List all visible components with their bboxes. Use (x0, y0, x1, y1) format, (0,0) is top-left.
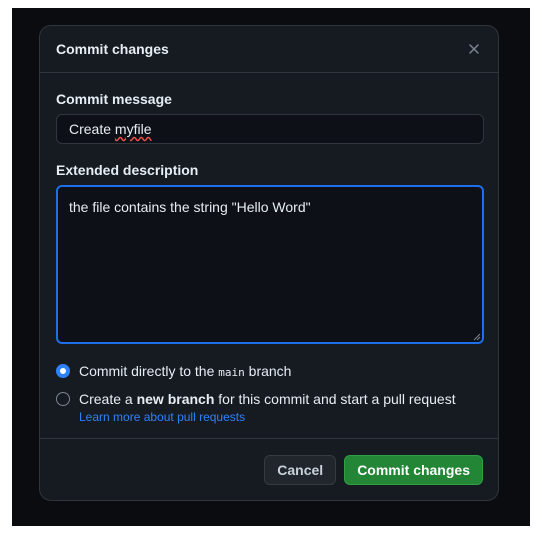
close-icon[interactable] (462, 37, 486, 61)
option-new-branch-suffix: for this commit and start a pull request (214, 391, 456, 407)
option-new-branch-bold: new branch (136, 391, 215, 407)
radio-commit-direct[interactable] (56, 364, 70, 378)
resize-grip-icon[interactable] (473, 333, 481, 341)
dialog-title: Commit changes (56, 41, 169, 57)
commit-message-input-wrap: Create myfile (56, 114, 484, 144)
learn-more-link[interactable]: Learn more about pull requests (79, 410, 482, 424)
option-commit-direct-prefix: Commit directly to the (79, 363, 219, 379)
dialog-header: Commit changes (40, 26, 498, 73)
commit-changes-button[interactable]: Commit changes (344, 454, 483, 485)
commit-message-input[interactable] (56, 114, 484, 144)
dialog-footer: Cancel Commit changes (40, 438, 498, 500)
option-commit-direct-label: Commit directly to the main branch (79, 363, 291, 379)
option-new-branch[interactable]: Create a new branch for this commit and … (56, 388, 482, 410)
commit-target-options: Commit directly to the main branch Creat… (56, 360, 482, 424)
radio-new-branch[interactable] (56, 392, 70, 406)
commit-dialog: Commit changes Commit message Create myf… (39, 25, 499, 501)
extended-description-wrap: the file contains the string "Hello Word… (56, 185, 484, 344)
option-commit-direct[interactable]: Commit directly to the main branch (56, 360, 482, 382)
option-new-branch-label: Create a new branch for this commit and … (79, 391, 456, 407)
extended-description-textarea[interactable]: the file contains the string "Hello Word… (56, 185, 484, 344)
option-commit-direct-suffix: branch (244, 363, 292, 379)
dialog-body: Commit message Create myfile Extended de… (40, 73, 498, 424)
branch-name: main (218, 366, 245, 379)
close-icon-glyph (469, 44, 479, 54)
commit-message-label: Commit message (56, 91, 172, 107)
extended-description-value: the file contains the string "Hello Word… (69, 199, 311, 215)
extended-description-label: Extended description (56, 162, 199, 178)
cancel-button[interactable]: Cancel (264, 454, 337, 485)
option-new-branch-prefix: Create a (79, 391, 137, 407)
